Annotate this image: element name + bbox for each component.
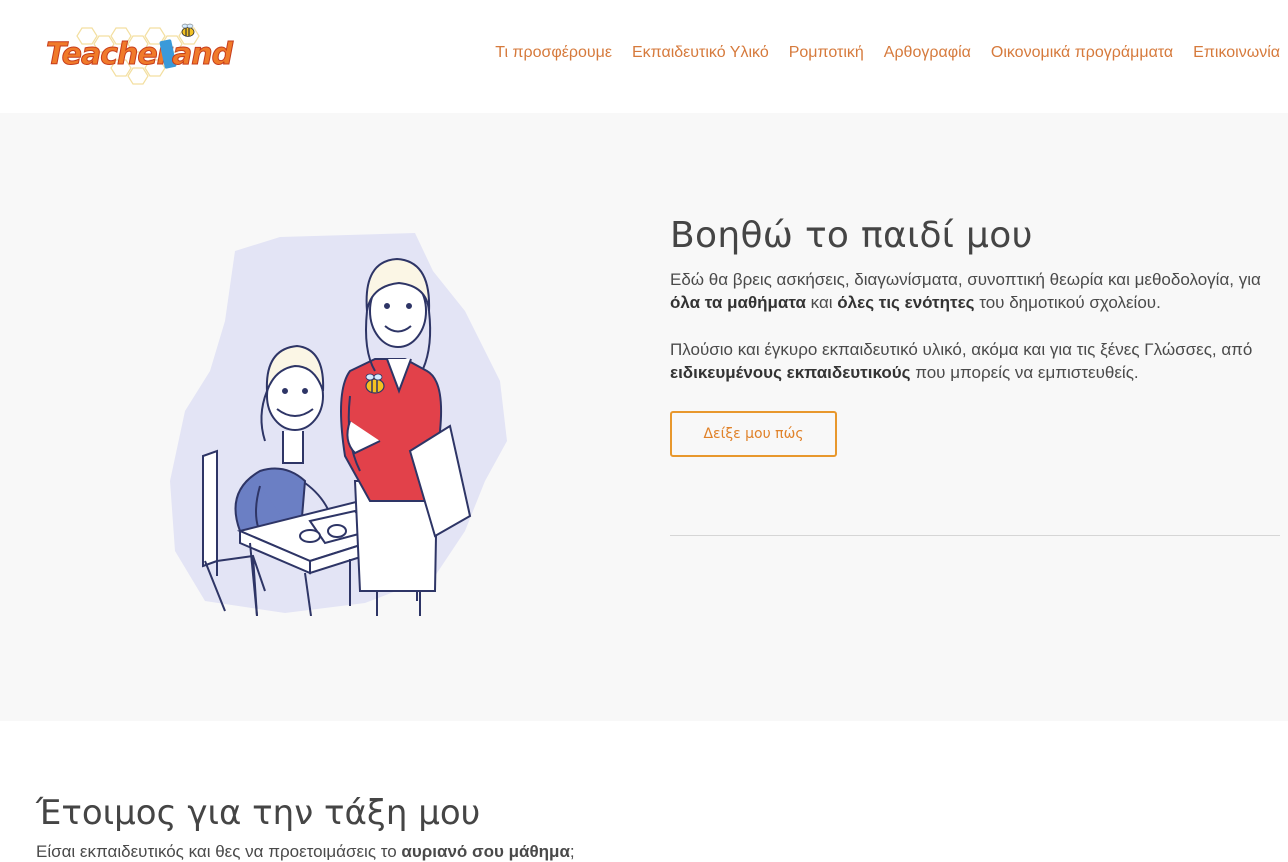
nav-item-articles[interactable]: Αρθογραφία <box>884 44 971 62</box>
teacher-student-illustration <box>165 231 515 617</box>
hero-paragraph-1: Εδώ θα βρεις ασκήσεις, διαγωνίσματα, συν… <box>670 270 1261 312</box>
hero-title: Βοηθώ το παιδί μου <box>670 215 1033 256</box>
teacherland-logo[interactable]: Teacher and <box>44 22 240 86</box>
hero-section: Βοηθώ το παιδί μου Εδώ θα βρεις ασκήσεις… <box>0 113 1288 721</box>
svg-text:Teacher: Teacher <box>46 37 174 72</box>
hero-divider <box>670 535 1280 536</box>
nav-item-robotics[interactable]: Ρομποτική <box>789 44 864 62</box>
nav-item-pricing-plans[interactable]: Οικονομικά προγράμματα <box>991 44 1173 62</box>
main-nav: Τι προσφέρουμε Εκπαιδευτικό Υλικό Ρομποτ… <box>495 44 1280 62</box>
bee-icon <box>181 23 195 37</box>
nav-item-educational-material[interactable]: Εκπαιδευτικό Υλικό <box>632 44 769 62</box>
hero-text-block: Βοηθώ το παιδί μου Εδώ θα βρεις ασκήσεις… <box>670 215 1280 457</box>
nav-item-contact[interactable]: Επικοινωνία <box>1193 44 1280 62</box>
section-paragraph-teacher: Είσαι εκπαιδευτικός και θες να προετοιμά… <box>36 842 575 861</box>
section-title-ready-for-class: Έτοιμος για την τάξη μου <box>36 793 481 833</box>
svg-text:and: and <box>172 37 234 72</box>
hero-paragraph-2: Πλούσιο και έγκυρο εκπαιδευτικό υλικό, α… <box>670 340 1253 382</box>
show-me-how-button[interactable]: Δείξε μου πώς <box>670 411 837 457</box>
nav-item-offerings[interactable]: Τι προσφέρουμε <box>495 44 612 62</box>
site-header: Teacher and Τι προσφέρουμε Εκπαιδευτικό … <box>0 0 1288 113</box>
